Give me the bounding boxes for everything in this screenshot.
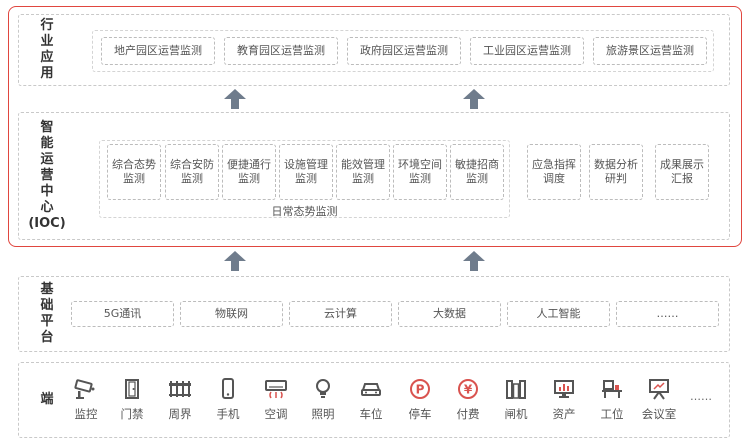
terminal-item-parking: P 停车: [398, 378, 442, 422]
fence-icon: [158, 378, 202, 400]
terminal-item-perimeter: 周界: [158, 378, 202, 422]
industry-label: 行业 应用: [40, 18, 54, 81]
industry-item-industrial: 工业园区运营监测: [470, 37, 584, 65]
door-icon: [110, 378, 154, 400]
ioc-item-situation: 综合态势 监测: [107, 144, 161, 200]
industry-item-government: 政府园区运营监测: [347, 37, 461, 65]
asset-monitor-icon: [542, 378, 586, 400]
ioc-item-investment: 敏捷招商 监测: [450, 144, 504, 200]
ioc-item-energy: 能效管理 监测: [336, 144, 390, 200]
ioc-item-access: 便捷通行 监测: [222, 144, 276, 200]
terminal-item-payment: ¥ 付费: [446, 378, 490, 422]
platform-item-cloud: 云计算: [289, 301, 392, 327]
car-icon: [349, 378, 393, 400]
terminal-label: 端: [40, 392, 54, 407]
daily-monitoring-label: 日常态势监测: [271, 205, 338, 218]
terminal-item-monitor: 监控: [64, 378, 108, 422]
industry-item-real-estate: 地产园区运营监测: [101, 37, 215, 65]
up-arrow-icon: [224, 251, 246, 271]
terminal-item-phone: 手机: [206, 378, 250, 422]
yen-coin-icon: ¥: [446, 378, 490, 400]
terminal-more: ……: [690, 390, 712, 403]
ioc-item-environment: 环境空间 监测: [393, 144, 447, 200]
svg-text:P: P: [416, 383, 425, 397]
svg-text:¥: ¥: [464, 383, 473, 397]
terminal-item-access: 门禁: [110, 378, 154, 422]
terminal-item-parking-space: 车位: [349, 378, 393, 422]
phone-icon: [206, 378, 250, 400]
ioc-item-facility: 设施管理 监测: [279, 144, 333, 200]
up-arrow-icon: [224, 89, 246, 109]
industry-item-education: 教育园区运营监测: [224, 37, 338, 65]
terminal-item-gate: 闸机: [494, 378, 538, 422]
ioc-item-report: 成果展示 汇报: [655, 144, 709, 200]
ioc-label: 智能 运营 中心 (IOC): [28, 120, 66, 231]
industry-item-tourism: 旅游景区运营监测: [593, 37, 707, 65]
up-arrow-icon: [463, 89, 485, 109]
workstation-icon: [590, 378, 634, 400]
ioc-item-emergency: 应急指挥 调度: [527, 144, 581, 200]
platform-label: 基础 平台: [40, 282, 54, 345]
ioc-item-analysis: 数据分析 研判: [589, 144, 643, 200]
up-arrow-icon: [463, 251, 485, 271]
platform-item-more: ……: [616, 301, 719, 327]
light-bulb-icon: [301, 378, 345, 400]
platform-item-iot: 物联网: [180, 301, 283, 327]
terminal-item-asset: 资产: [542, 378, 586, 422]
terminal-item-ac: 空调: [254, 378, 298, 422]
meeting-board-icon: [637, 378, 681, 400]
ioc-item-security: 综合安防 监测: [165, 144, 219, 200]
parking-icon: P: [398, 378, 442, 400]
terminal-item-workstation: 工位: [590, 378, 634, 422]
platform-item-ai: 人工智能: [507, 301, 610, 327]
terminal-item-meeting-room: 会议室: [637, 378, 681, 422]
air-conditioner-icon: [254, 378, 298, 400]
camera-icon: [64, 378, 108, 400]
platform-item-bigdata: 大数据: [398, 301, 501, 327]
platform-item-5g: 5G通讯: [71, 301, 174, 327]
terminal-item-lighting: 照明: [301, 378, 345, 422]
gate-icon: [494, 378, 538, 400]
